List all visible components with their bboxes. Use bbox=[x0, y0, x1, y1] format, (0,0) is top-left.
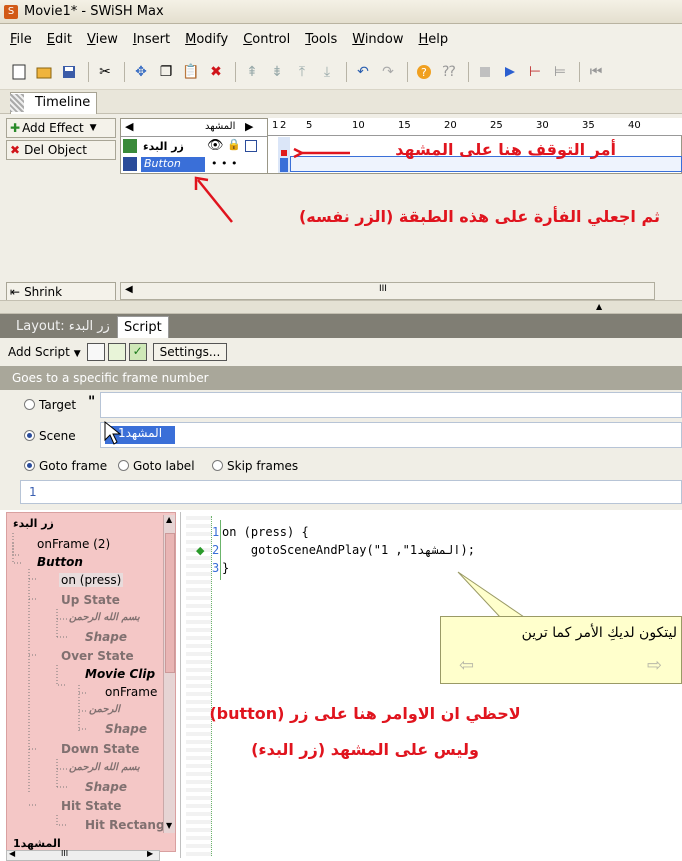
target-quote: " bbox=[88, 394, 96, 410]
chevron-down-icon: ▼ bbox=[73, 349, 81, 359]
target-input[interactable] bbox=[100, 392, 682, 418]
arrowhead bbox=[293, 147, 305, 159]
tree-node-hit-rectangle[interactable]: Hit Rectang bbox=[85, 818, 165, 832]
goto-frame-radio[interactable]: Goto frame bbox=[24, 459, 107, 473]
tree-node-text[interactable]: بسم الله الرحمن bbox=[69, 612, 149, 623]
code-line[interactable]: gotoSceneAndPlay("المشهد1", 1); bbox=[222, 543, 475, 557]
radio-icon bbox=[212, 460, 223, 471]
mouse-cursor-icon bbox=[104, 420, 122, 445]
tree-node-over-state[interactable]: Over State bbox=[61, 649, 134, 663]
script-tree: زر البدء onFrame (2) Button on (press) U… bbox=[6, 512, 176, 852]
splitter-arrow-icon[interactable]: ▲ bbox=[596, 302, 602, 311]
tree-node-movie-clip[interactable]: Movie Clip bbox=[85, 667, 155, 681]
tree-hscroll[interactable]: ◀ III ▶ bbox=[6, 849, 160, 861]
tree-node-onframe-clip[interactable]: onFrame bbox=[105, 685, 157, 699]
code-editor[interactable] bbox=[180, 512, 682, 858]
radio-selected-icon bbox=[24, 430, 35, 441]
tooltip-bubble: ليتكون لديكِ الأمر كما ترين ⇦ ⇨ bbox=[440, 616, 682, 684]
tree-node-on-press[interactable]: on (press) bbox=[59, 573, 124, 587]
skip-frames-radio[interactable]: Skip frames bbox=[212, 459, 298, 473]
tree-hscroll-grip[interactable]: III bbox=[61, 849, 68, 858]
annotation-on-button: لاحظي ان الاوامر هنا على زر (button) bbox=[209, 704, 521, 723]
script-wizard-icon[interactable] bbox=[107, 343, 126, 361]
scroll-left-icon[interactable]: ◀ bbox=[9, 849, 15, 858]
code-gutter bbox=[186, 516, 212, 856]
tree-scroll-thumb[interactable] bbox=[165, 533, 175, 673]
line-number: 3 bbox=[212, 561, 220, 575]
script-toolbar: Add Script ▼ ✓ Settings... bbox=[0, 338, 682, 366]
bubble-tail bbox=[457, 571, 526, 618]
scroll-down-icon[interactable]: ▼ bbox=[166, 821, 172, 830]
annotation-not-scene: وليس على المشهد (زر البدء) bbox=[251, 740, 479, 759]
code-line[interactable]: on (press) { bbox=[222, 525, 309, 539]
panel-splitter[interactable]: ▲ bbox=[0, 300, 682, 314]
tree-node-text[interactable]: الرحمن bbox=[89, 704, 139, 715]
scene-radio[interactable]: Scene bbox=[24, 429, 76, 443]
settings-button[interactable]: Settings... bbox=[152, 343, 228, 361]
scene-select[interactable]: المشهد1 bbox=[100, 422, 682, 448]
code-line[interactable]: } bbox=[222, 561, 229, 575]
goto-label-radio[interactable]: Goto label bbox=[118, 459, 195, 473]
tree-node-shape[interactable]: Shape bbox=[105, 722, 147, 736]
tree-node-up-state[interactable]: Up State bbox=[61, 593, 120, 607]
line-number: 1 bbox=[212, 525, 220, 539]
annotation-stop-here: أمر التوقف هنا على المشهد bbox=[395, 140, 616, 159]
radio-icon bbox=[24, 399, 35, 410]
target-radio[interactable]: Target bbox=[24, 398, 76, 412]
tree-node-scene[interactable]: زر البدء bbox=[13, 517, 54, 530]
tree-node-shape[interactable]: Shape bbox=[85, 780, 127, 794]
action-hint: Goes to a specific frame number bbox=[0, 366, 682, 390]
tree-node-scene-1[interactable]: المشهد1 bbox=[13, 837, 61, 850]
bubble-text: ليتكون لديكِ الأمر كما ترين bbox=[521, 625, 677, 641]
tab-script[interactable]: Script bbox=[117, 316, 169, 338]
tree-node-onframe[interactable]: onFrame (2) bbox=[37, 537, 110, 551]
tree-node-button[interactable]: Button bbox=[37, 555, 83, 569]
tree-node-down-state[interactable]: Down State bbox=[61, 742, 139, 756]
tree-node-shape[interactable]: Shape bbox=[85, 630, 127, 644]
tree-node-text[interactable]: بسم الله الرحمن bbox=[69, 762, 149, 773]
check-syntax-icon[interactable]: ✓ bbox=[128, 343, 147, 361]
line-number: 2 bbox=[212, 543, 220, 557]
tab-layout[interactable]: Layout: زر البدء bbox=[10, 316, 116, 338]
radio-icon bbox=[118, 460, 129, 471]
arrow-to-button-layer bbox=[197, 179, 233, 223]
breakpoint-diamond-icon[interactable]: ◆ bbox=[196, 544, 204, 557]
bubble-next-arrow-icon[interactable]: ⇨ bbox=[647, 655, 662, 676]
tree-node-hit-state[interactable]: Hit State bbox=[61, 799, 121, 813]
scroll-right-icon[interactable]: ▶ bbox=[147, 849, 153, 858]
add-script-button[interactable]: Add Script ▼ bbox=[8, 345, 81, 359]
script-list-icon[interactable] bbox=[86, 343, 105, 361]
code-fold-line bbox=[220, 520, 221, 580]
radio-selected-icon bbox=[24, 460, 35, 471]
tree-vscroll[interactable]: ▲ ▼ bbox=[163, 515, 175, 833]
scroll-up-icon[interactable]: ▲ bbox=[166, 515, 172, 524]
annotation-mouse-layer: ثم اجعلي الفأرة على هذه الطبقة (الزر نفس… bbox=[298, 207, 660, 226]
frame-number-input[interactable]: 1 bbox=[20, 480, 682, 504]
bubble-prev-arrow-icon[interactable]: ⇦ bbox=[459, 655, 474, 676]
